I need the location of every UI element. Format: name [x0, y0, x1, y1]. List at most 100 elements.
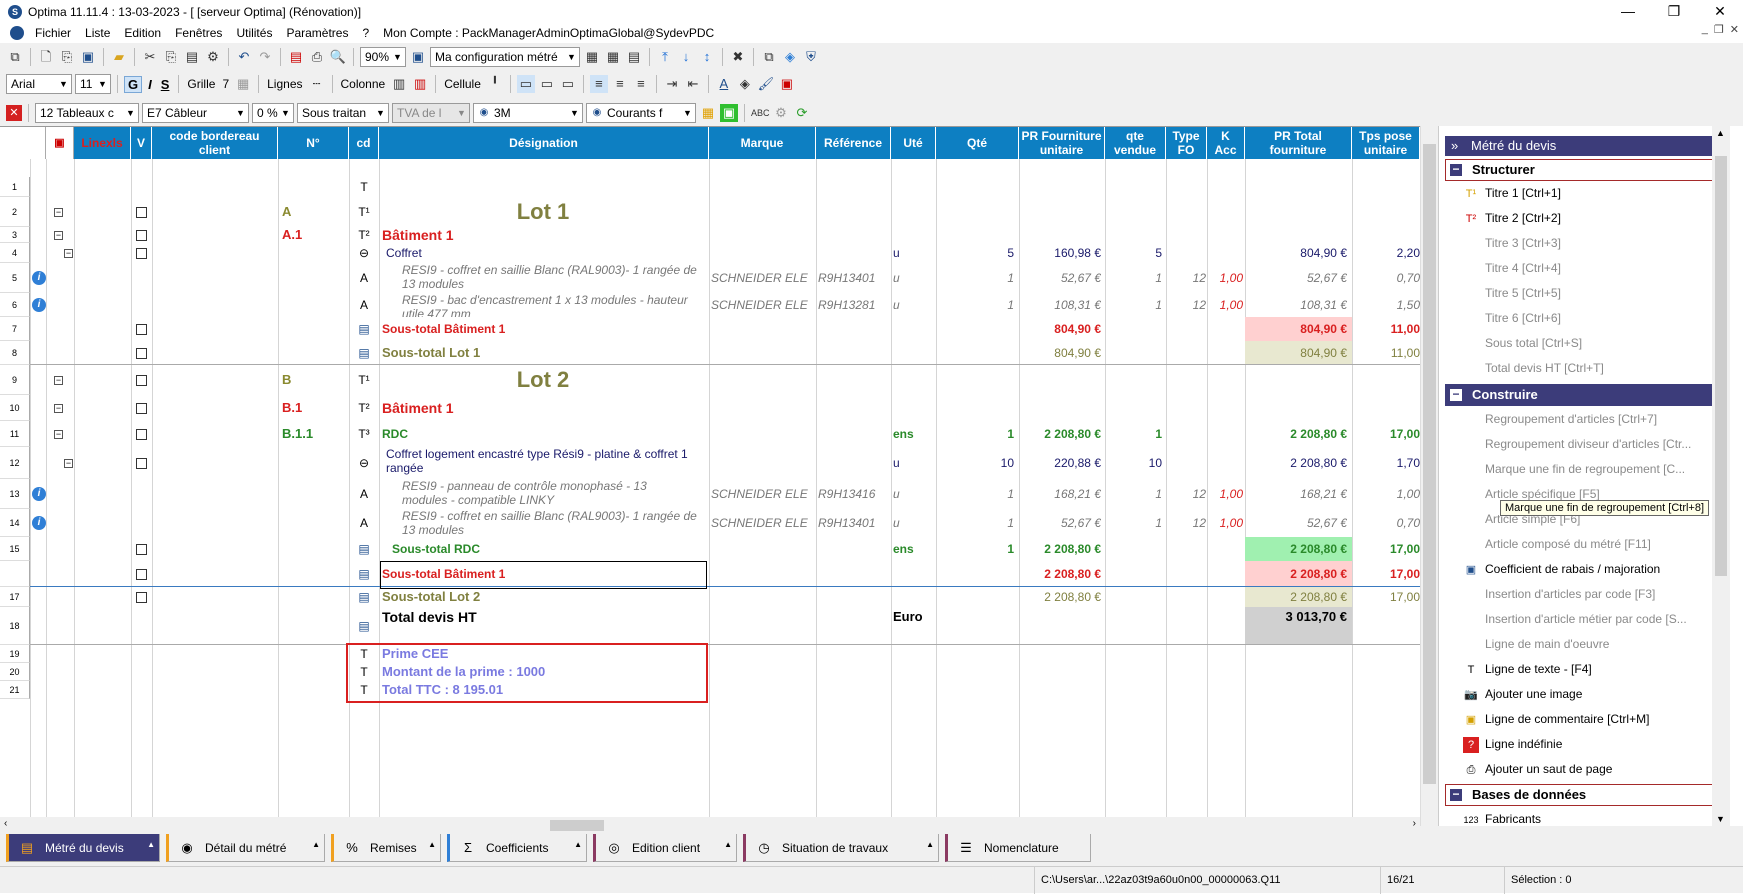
cell-k[interactable]: 1,00 — [1209, 509, 1243, 537]
tab-metre-du-devis[interactable]: ▤ Métré du devis ▲ — [6, 834, 160, 862]
tab-situation-travaux[interactable]: ◷ Situation de travaux ▲ — [743, 834, 939, 862]
lock-icon[interactable]: ▣ — [720, 104, 738, 122]
menu-liste[interactable]: Liste — [78, 26, 117, 40]
section-structurer[interactable]: − Structurer — [1445, 159, 1713, 181]
tab-coefficients[interactable]: Σ Coefficients ▲ — [447, 834, 587, 862]
cell-icon[interactable]: ╹ — [486, 75, 504, 93]
info-icon[interactable]: i — [32, 487, 46, 501]
cell-des[interactable]: Sous-total RDC — [382, 537, 704, 561]
cell-qte[interactable]: 1 — [938, 293, 1014, 317]
panel-item-construire[interactable]: Insertion d'article métier par code [S..… — [1463, 609, 1687, 629]
panel-item-structurer[interactable]: Titre 4 [Ctrl+4] — [1463, 258, 1561, 278]
menu-edition[interactable]: Edition — [117, 26, 168, 40]
row-number[interactable]: 8 — [0, 341, 30, 365]
cell-des[interactable]: Bâtiment 1 — [382, 227, 704, 243]
border-3-icon[interactable]: ▭ — [559, 75, 577, 93]
panel-item-construire[interactable]: Marque une fin de regroupement [C... — [1463, 459, 1685, 479]
info-icon[interactable]: i — [32, 271, 46, 285]
cell-prt[interactable]: 804,90 € — [1247, 243, 1347, 263]
row-type-icon[interactable]: T¹ — [356, 372, 372, 388]
col-pr-fourniture[interactable]: PR Fourniture unitaire — [1019, 127, 1105, 159]
cell-tfo[interactable]: 12 — [1168, 479, 1206, 509]
align-right-icon[interactable]: ≡ — [632, 75, 650, 93]
cell-n[interactable]: A — [282, 197, 346, 227]
panel-item-construire[interactable]: Article composé du métré [F11] — [1463, 534, 1651, 554]
row-checkbox[interactable] — [136, 374, 147, 386]
strike-button[interactable]: S — [158, 77, 173, 92]
refresh-icon[interactable]: ⟳ — [793, 104, 811, 122]
row-number[interactable]: 15 — [0, 537, 30, 561]
cell-des[interactable]: RDC — [382, 421, 704, 447]
col-ute[interactable]: Uté — [891, 127, 936, 159]
cell-prt[interactable]: 2 208,80 € — [1247, 587, 1347, 607]
row-number[interactable]: 1 — [0, 177, 30, 197]
cell-ute[interactable]: u — [893, 263, 935, 293]
row-type-icon[interactable]: ▤ — [356, 566, 372, 582]
row-type-icon[interactable]: A — [356, 515, 372, 531]
save-icon[interactable]: ▣ — [79, 48, 97, 66]
row-checkbox[interactable] — [136, 568, 147, 580]
panel-item-structurer[interactable]: Sous total [Ctrl+S] — [1463, 333, 1582, 353]
row-number[interactable]: 19 — [0, 645, 30, 663]
line-style-icon[interactable]: ┄ — [308, 75, 326, 93]
panel-item-structurer[interactable]: Titre 6 [Ctrl+6] — [1463, 308, 1561, 328]
row-type-icon[interactable]: T² — [356, 227, 372, 243]
row-number[interactable]: 12 — [0, 447, 30, 479]
cell-des[interactable]: Coffret — [382, 243, 704, 263]
tree-toggle-icon[interactable]: − — [54, 207, 63, 217]
panel-item-structurer[interactable]: T¹ Titre 1 [Ctrl+1] — [1463, 183, 1561, 203]
panel-item-construire[interactable]: ? Ligne indéfinie — [1463, 734, 1562, 754]
undo-icon[interactable]: ↶ — [235, 48, 253, 66]
delete-icon[interactable]: ✕ — [6, 105, 22, 121]
cell-tfo[interactable]: 12 — [1168, 509, 1206, 537]
row-number[interactable]: 20 — [0, 663, 30, 681]
cell-tps[interactable]: 1,00 — [1354, 479, 1420, 509]
cell-ute[interactable]: ens — [893, 537, 935, 561]
row-type-icon[interactable]: ▤ — [356, 345, 372, 361]
cableur-select[interactable]: E7 Câbleur ▼ — [142, 103, 249, 123]
redo-icon[interactable]: ↷ — [256, 48, 274, 66]
cell-des[interactable]: Lot 1 — [382, 197, 704, 227]
align-center-icon[interactable]: ≡ — [611, 75, 629, 93]
row-number[interactable]: 6 — [0, 293, 30, 317]
selected-cell[interactable] — [380, 561, 707, 589]
cell-prt[interactable]: 2 208,80 € — [1247, 421, 1347, 447]
indent-icon[interactable]: ⇥ — [663, 75, 681, 93]
cell-prt[interactable]: 108,31 € — [1247, 293, 1347, 317]
tree-toggle-icon[interactable]: − — [64, 248, 73, 258]
move-down-icon[interactable]: ↓ — [677, 48, 695, 66]
panel-item-fabricants[interactable]: 123 Fabricants — [1463, 809, 1541, 829]
cell-pru[interactable]: 52,67 € — [1021, 509, 1101, 537]
col-tps-pose[interactable]: Tps pose unitaire — [1352, 127, 1420, 159]
cell-prt[interactable]: 3 013,70 € — [1247, 607, 1347, 645]
panel-item-structurer[interactable]: T² Titre 2 [Ctrl+2] — [1463, 208, 1561, 228]
cube-icon[interactable]: ◈ — [781, 48, 799, 66]
row-checkbox[interactable] — [136, 229, 147, 241]
config-select[interactable]: Ma configuration métré ▼ — [430, 47, 580, 67]
cell-des[interactable]: Coffret logement encastré type Rési9 - p… — [382, 447, 704, 479]
cut-icon[interactable]: ✂ — [141, 48, 159, 66]
row-type-icon[interactable]: T¹ — [356, 204, 372, 220]
menu-parametres[interactable]: Paramètres — [279, 26, 355, 40]
row-number[interactable]: 13 — [0, 479, 30, 509]
maximize-button[interactable]: ❐ — [1651, 0, 1697, 23]
s3m-select[interactable]: ◉ 3M ▼ — [473, 103, 583, 123]
grid-icon[interactable]: ▦ — [234, 75, 252, 93]
cell-pru[interactable]: 2 208,80 € — [1021, 421, 1101, 447]
paste-special-icon[interactable]: ⚙ — [204, 48, 222, 66]
cell-des[interactable]: Bâtiment 1 — [382, 395, 704, 421]
cell-des[interactable]: Sous-total Lot 2 — [382, 587, 704, 607]
panel-item-construire[interactable]: Regroupement diviseur d'articles [Ctr... — [1463, 434, 1691, 454]
tab-detail-du-metre[interactable]: ◉ Détail du métré ▲ — [166, 834, 325, 862]
mdi-restore-icon[interactable]: ❐ — [1714, 23, 1724, 36]
cell-prt[interactable]: 52,67 € — [1247, 509, 1347, 537]
duplicate-icon[interactable]: ⧉ — [760, 48, 778, 66]
row-number[interactable] — [0, 561, 30, 587]
column-icon[interactable]: ▥ — [390, 75, 408, 93]
move-updown-icon[interactable]: ↕ — [698, 48, 716, 66]
cell-marque[interactable]: SCHNEIDER ELE — [711, 479, 815, 509]
cell-qte[interactable]: 1 — [938, 479, 1014, 509]
row-type-icon[interactable]: T³ — [356, 426, 372, 442]
document-icon[interactable] — [10, 26, 24, 40]
menu-fichier[interactable]: Fichier — [28, 26, 78, 40]
